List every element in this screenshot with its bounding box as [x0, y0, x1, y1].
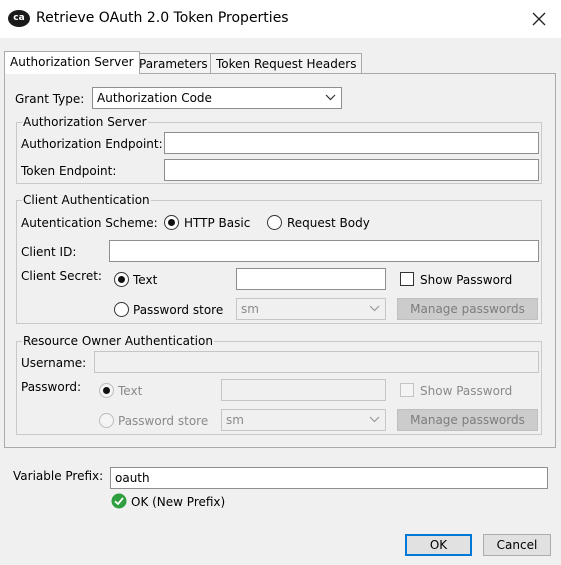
secret-text-radio[interactable] [114, 272, 129, 287]
username-label: Username: [21, 356, 87, 370]
password-input [221, 379, 386, 401]
variable-prefix-label: Variable Prefix: [13, 469, 104, 483]
chevron-down-icon [325, 94, 336, 101]
password-text-label: Text [118, 384, 143, 398]
authorization-endpoint-input[interactable] [164, 132, 539, 154]
grant-type-value: Authorization Code [97, 91, 212, 105]
owner-show-password-checkbox [400, 383, 414, 397]
client-id-label: Client ID: [21, 245, 77, 259]
grant-type-label: Grant Type: [15, 92, 85, 106]
variable-prefix-input[interactable]: oauth [110, 467, 548, 489]
cancel-button[interactable]: Cancel [483, 534, 551, 556]
title-bar: ca Retrieve OAuth 2.0 Token Properties [0, 0, 561, 38]
client-authentication-legend: Client Authentication [22, 193, 151, 207]
check-circle-icon [111, 493, 127, 509]
chevron-down-icon [369, 416, 380, 423]
owner-password-store-radio [99, 413, 114, 428]
token-endpoint-label: Token Endpoint: [21, 164, 117, 178]
secret-store-select: sm [236, 298, 386, 320]
client-secret-label: Client Secret: [21, 269, 102, 283]
client-secret-input[interactable] [236, 268, 386, 290]
tab-token-request-headers[interactable]: Token Request Headers [210, 53, 363, 73]
password-text-radio [99, 383, 114, 398]
http-basic-label[interactable]: HTTP Basic [184, 216, 250, 230]
authorization-endpoint-label: Authorization Endpoint: [21, 137, 163, 151]
client-id-input[interactable] [109, 240, 539, 262]
password-label: Password: [21, 380, 82, 394]
authorization-server-legend: Authorization Server [22, 115, 148, 129]
owner-store-select: sm [221, 409, 386, 431]
ok-button[interactable]: OK [405, 534, 472, 556]
authentication-scheme-label: Autentication Scheme: [21, 216, 158, 230]
owner-manage-passwords-button: Manage passwords [397, 409, 538, 431]
show-password-checkbox[interactable] [400, 272, 414, 286]
username-input [94, 351, 539, 373]
secret-store-value: sm [241, 302, 259, 316]
chevron-down-icon [369, 305, 380, 312]
close-icon[interactable] [530, 10, 548, 28]
resource-owner-legend: Resource Owner Authentication [22, 334, 214, 348]
secret-password-store-label[interactable]: Password store [133, 303, 223, 317]
ca-logo: ca [8, 10, 30, 27]
secret-password-store-radio[interactable] [114, 302, 129, 317]
request-body-label[interactable]: Request Body [287, 216, 370, 230]
request-body-radio[interactable] [267, 215, 282, 230]
token-endpoint-input[interactable] [164, 159, 539, 181]
owner-password-store-label: Password store [118, 414, 209, 428]
window-title: Retrieve OAuth 2.0 Token Properties [36, 10, 289, 26]
owner-store-value: sm [226, 413, 244, 427]
http-basic-radio[interactable] [164, 215, 179, 230]
prefix-status-text: OK (New Prefix) [131, 495, 226, 509]
tab-parameters[interactable]: Parameters [133, 53, 214, 73]
show-password-label[interactable]: Show Password [420, 273, 512, 287]
manage-passwords-button: Manage passwords [397, 298, 538, 320]
grant-type-select[interactable]: Authorization Code [92, 87, 342, 109]
secret-text-label[interactable]: Text [133, 273, 157, 287]
owner-show-password-label: Show Password [420, 384, 513, 398]
tab-authorization-server[interactable]: Authorization Server [4, 51, 140, 74]
